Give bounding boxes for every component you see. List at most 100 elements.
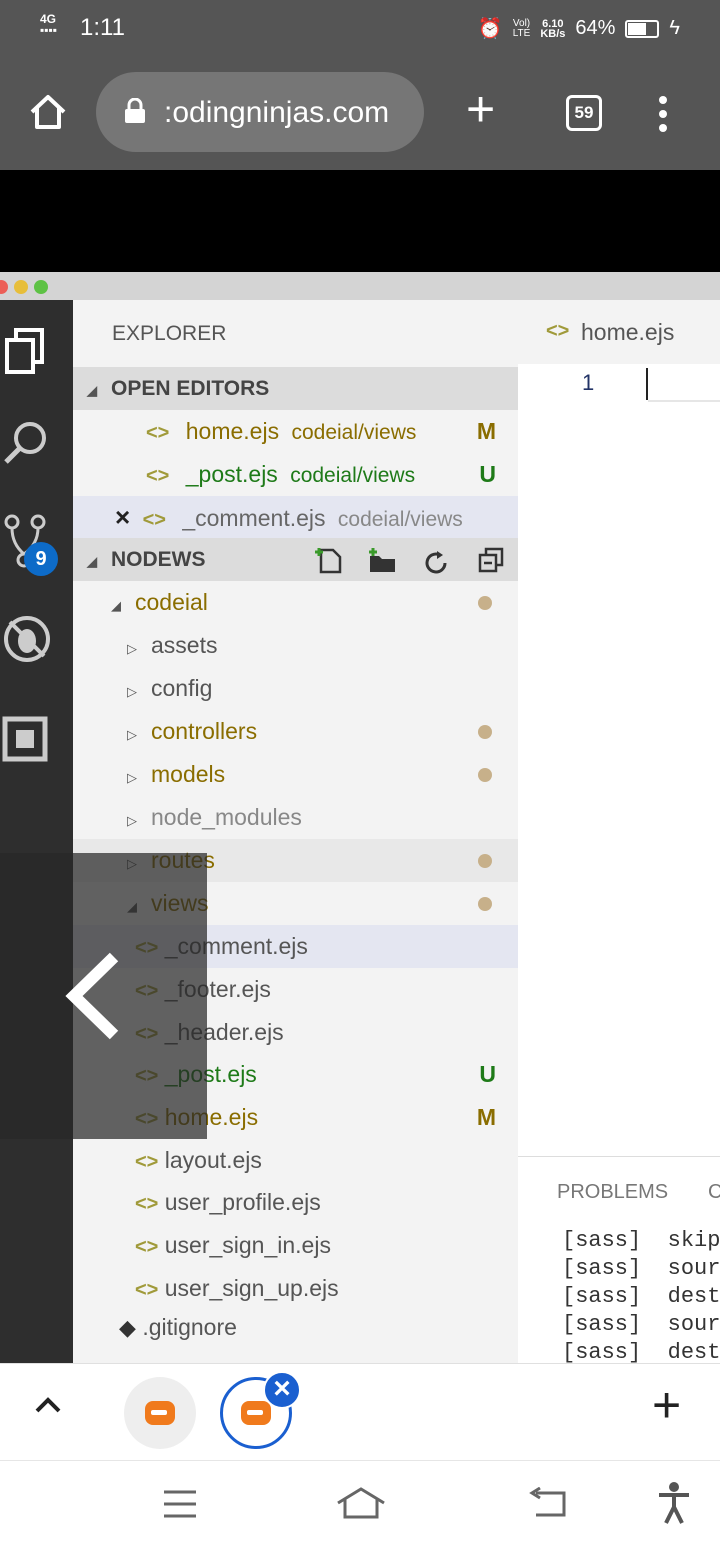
tree-file[interactable]: <> user_profile.ejs — [73, 1181, 518, 1224]
status-time: 1:11 — [80, 14, 125, 41]
modified-badge: M — [476, 418, 496, 444]
video-player[interactable]: 9 EXPLORER ◢ OPEN EDITORS <> home.ejs cod… — [0, 170, 720, 1363]
tree-folder-root[interactable]: ◢ codeial — [73, 581, 518, 624]
folder-name: node_modules — [151, 804, 302, 830]
current-line-highlight — [648, 400, 720, 402]
home-icon[interactable] — [28, 92, 68, 137]
open-editor-path: codeial/views — [290, 464, 416, 487]
url-bar[interactable]: :odingninjas.com — [96, 72, 424, 152]
open-editor-item-active[interactable]: × <> _comment.ejs codeial/views — [73, 496, 518, 539]
folder-name: assets — [151, 632, 218, 658]
open-editor-item[interactable]: <> home.ejs codeial/views M — [73, 410, 518, 453]
tree-file[interactable]: ◆ .gitignore — [73, 1306, 518, 1349]
system-nav-bar — [0, 1460, 720, 1545]
scm-badge: 9 — [24, 542, 58, 576]
file-name: user_sign_in.ejs — [164, 1232, 331, 1258]
network-indicator: 4G ▪▪▪▪ — [40, 12, 58, 37]
mac-titlebar — [0, 272, 720, 300]
git-icon: ◆ — [119, 1315, 136, 1340]
line-number: 1 — [582, 370, 595, 395]
collapse-icon: ◢ — [87, 383, 97, 398]
open-editor-path: codeial/views — [337, 508, 463, 531]
explorer-title: EXPLORER — [112, 322, 227, 345]
files-icon[interactable] — [4, 328, 46, 379]
open-editor-name: _comment.ejs — [182, 505, 326, 531]
modified-dot — [478, 854, 492, 868]
extensions-icon[interactable] — [2, 716, 48, 767]
url-text: :odingninjas.com — [164, 96, 390, 129]
modified-badge: M — [476, 1104, 496, 1130]
file-name: user_sign_up.ejs — [164, 1275, 339, 1301]
terminal-line: [sass] sour — [562, 1256, 720, 1281]
debug-icon[interactable] — [2, 614, 52, 669]
editor-tab-label: home.ejs — [581, 319, 675, 345]
status-bar: 4G ▪▪▪▪ 1:11 ⏰ Vol) LTE 6.10 KB/s 64% ϟ — [0, 0, 720, 56]
problems-tab[interactable]: PROBLEMS — [557, 1181, 668, 1204]
folder-name: controllers — [151, 718, 258, 744]
text-cursor — [646, 368, 648, 400]
open-editors-header[interactable]: ◢ OPEN EDITORS — [73, 367, 518, 410]
folder-name: models — [151, 761, 226, 787]
tab-strip: × + — [0, 1363, 720, 1461]
browser-toolbar: :odingninjas.com + 59 — [0, 56, 720, 170]
output-tab[interactable]: C — [708, 1181, 720, 1204]
file-code-icon: <> — [135, 1279, 159, 1301]
close-tab-button[interactable]: × — [263, 1371, 301, 1409]
search-icon[interactable] — [2, 420, 48, 471]
add-tab-button[interactable]: + — [652, 1380, 681, 1430]
activity-bar: 9 — [0, 300, 73, 1363]
untracked-badge: U — [479, 461, 496, 487]
file-name: user_profile.ejs — [164, 1189, 321, 1215]
terminal-line: [sass] dest — [562, 1284, 720, 1309]
folder-name: config — [151, 675, 213, 701]
modified-dot — [478, 768, 492, 782]
editor-tab[interactable]: <> home.ejs — [518, 300, 720, 364]
home-nav-icon[interactable] — [336, 1485, 386, 1526]
file-code-icon: <> — [146, 422, 170, 444]
back-overlay[interactable] — [0, 853, 207, 1139]
modified-dot — [478, 897, 492, 911]
workspace-header[interactable]: ◢ NODEWS — [73, 538, 518, 581]
modified-dot — [478, 596, 492, 610]
tree-file[interactable]: <> user_sign_in.ejs — [73, 1224, 518, 1267]
terminal-line: [sass] dest — [562, 1340, 720, 1363]
site-favicon-icon — [241, 1401, 271, 1425]
tree-folder[interactable]: ▷ node_modules — [73, 796, 518, 839]
tree-folder[interactable]: ▷ models — [73, 753, 518, 796]
chevron-left-icon — [65, 952, 119, 1040]
minimize-window-dot — [14, 280, 28, 294]
expanded-icon: ◢ — [111, 598, 121, 613]
new-tab-button[interactable]: + — [466, 84, 495, 134]
terminal-output: [sass] skip [sass] sour [sass] dest [sas… — [562, 1227, 720, 1363]
file-code-icon: <> — [146, 465, 170, 487]
terminal-line: [sass] skip — [562, 1228, 720, 1253]
charging-icon: ϟ — [669, 17, 680, 39]
chevron-up-icon[interactable] — [34, 1396, 62, 1419]
close-icon[interactable]: × — [115, 502, 130, 532]
file-code-icon: <> — [135, 1151, 159, 1173]
tree-file[interactable]: <> user_sign_up.ejs — [73, 1267, 518, 1310]
battery-percent: 64% — [575, 17, 616, 39]
tab-switcher-button[interactable]: 59 — [566, 95, 602, 131]
tree-folder[interactable]: ▷ config — [73, 667, 518, 710]
more-vert-icon[interactable] — [656, 94, 670, 139]
accessibility-icon[interactable] — [656, 1481, 692, 1530]
tab-thumbnail[interactable] — [124, 1377, 196, 1449]
file-code-icon: <> — [135, 1193, 159, 1215]
explorer-panel: EXPLORER ◢ OPEN EDITORS <> home.ejs codei… — [73, 300, 518, 1363]
file-code-icon: <> — [135, 1236, 159, 1258]
collapsed-icon: ▷ — [127, 813, 137, 828]
site-favicon-icon — [145, 1401, 175, 1425]
untracked-badge: U — [479, 1061, 496, 1087]
open-editor-name: home.ejs — [185, 418, 280, 444]
back-nav-icon[interactable] — [528, 1486, 568, 1524]
collapsed-icon: ▷ — [127, 770, 137, 785]
tree-file[interactable]: <> layout.ejs — [73, 1139, 518, 1182]
open-editor-name: _post.ejs — [185, 461, 278, 487]
tree-folder[interactable]: ▷ assets — [73, 624, 518, 667]
status-right: ⏰ Vol) LTE 6.10 KB/s 64% ϟ — [478, 16, 680, 41]
menu-icon[interactable] — [162, 1489, 198, 1524]
net-speed: 6.10 KB/s — [540, 17, 566, 40]
tree-folder[interactable]: ▷ controllers — [73, 710, 518, 753]
open-editor-item[interactable]: <> _post.ejs codeial/views U — [73, 453, 518, 496]
